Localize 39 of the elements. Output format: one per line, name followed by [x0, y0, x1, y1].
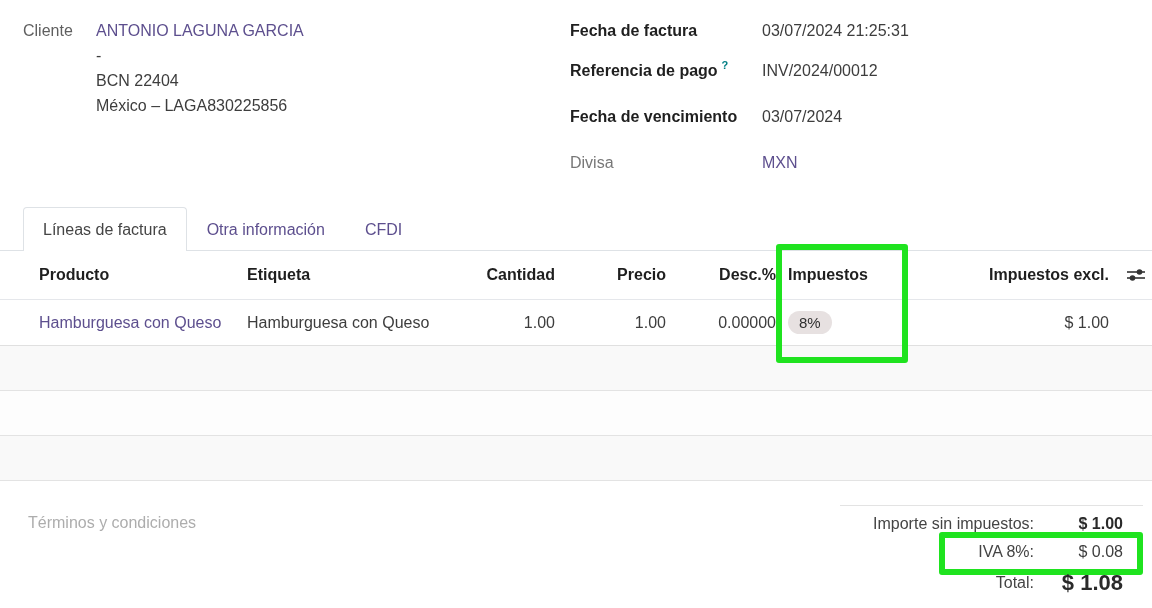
totals-value: $ 1.00: [1078, 515, 1123, 533]
field-value: 03/07/2024 21:25:31: [762, 21, 909, 41]
field-label: Divisa: [570, 153, 614, 173]
column-header[interactable]: Cantidad: [486, 266, 555, 284]
sliders-icon[interactable]: [1127, 268, 1145, 282]
column-header[interactable]: Producto: [39, 266, 110, 284]
totals-value: $ 1.08: [1061, 570, 1123, 596]
field-label: Referencia de pago: [570, 61, 718, 81]
tab[interactable]: CFDI: [344, 207, 423, 251]
column-header[interactable]: Impuestos: [788, 266, 868, 284]
product-link[interactable]: Hamburguesa con Queso: [39, 313, 222, 332]
field-label: Cliente: [23, 21, 74, 41]
field-value: 03/07/2024: [762, 107, 843, 127]
table-cell: Hamburguesa con Queso: [247, 313, 430, 332]
terms-field[interactable]: Términos y condiciones: [28, 511, 508, 535]
column-header[interactable]: Precio: [617, 266, 666, 284]
table-cell: 0.00000: [718, 313, 776, 332]
currency-link[interactable]: MXN: [762, 150, 798, 175]
column-header[interactable]: Desc.%: [719, 266, 776, 284]
table-cell: 1.00: [523, 313, 555, 332]
totals-value: $ 0.08: [1078, 543, 1123, 561]
tab[interactable]: Otra información: [186, 207, 345, 251]
address-line: BCN 22404: [96, 71, 179, 91]
field-value: INV/2024/00012: [762, 61, 878, 81]
field-label: Fecha de factura: [570, 21, 698, 41]
customer-link[interactable]: ANTONIO LAGUNA GARCIA: [96, 18, 304, 43]
totals-label: Total:: [995, 574, 1034, 592]
totals-label: IVA 8%:: [978, 543, 1034, 561]
tab[interactable]: Líneas de factura: [23, 207, 187, 251]
totals-label: Importe sin impuestos:: [873, 515, 1034, 533]
column-header[interactable]: Etiqueta: [247, 266, 311, 284]
column-header[interactable]: Impuestos excl.: [988, 266, 1109, 284]
help-mark[interactable]: ?: [721, 59, 729, 71]
address-line: -: [96, 46, 102, 66]
tax-tag: 8%: [788, 311, 832, 334]
table-cell: 1.00: [634, 313, 666, 332]
address-line: México – LAGA830225856: [96, 96, 288, 116]
field-label: Fecha de vencimiento: [570, 107, 738, 127]
table-cell: $ 1.00: [1064, 313, 1109, 332]
